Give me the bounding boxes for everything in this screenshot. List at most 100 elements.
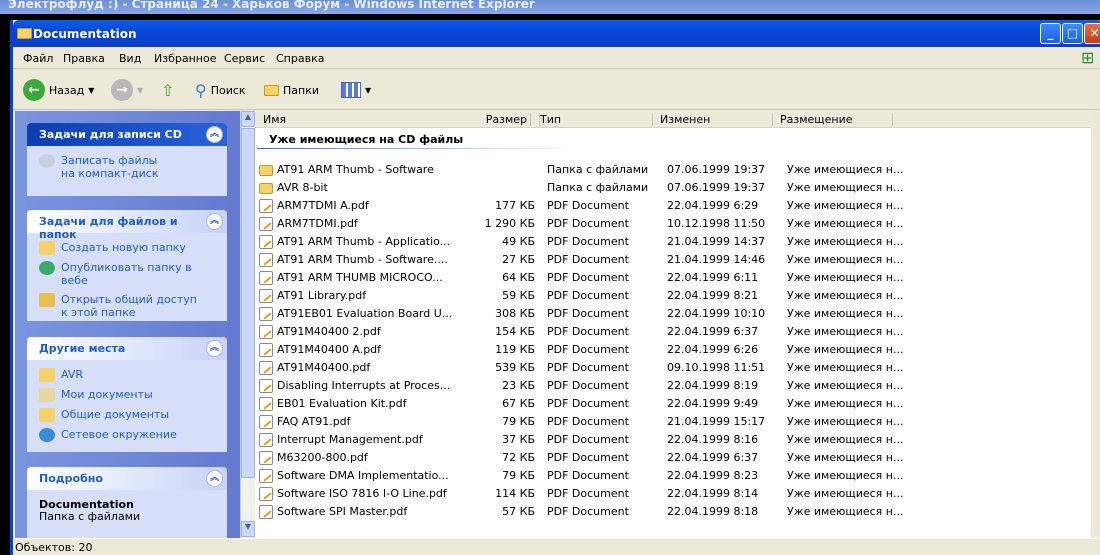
- file-row[interactable]: AT91 ARM Thumb - Applicatio... 49 КБ PDF D…: [259, 233, 903, 251]
- other-places-panel: Другие места ︽ AVR Мои документы Общие до…: [27, 337, 227, 452]
- scroll-up-button[interactable]: ▲: [241, 111, 255, 127]
- share-folder-link[interactable]: Открыть общий доступ к этой папке: [27, 289, 227, 321]
- column-type[interactable]: Тип: [536, 113, 653, 126]
- group-divider: [257, 148, 577, 149]
- place-avr[interactable]: AVR: [27, 360, 227, 384]
- dropdown-arrow-icon[interactable]: ▼: [137, 86, 143, 95]
- forward-button[interactable]: → ▼: [111, 78, 143, 102]
- collapse-icon[interactable]: ︽: [206, 213, 223, 230]
- file-size: 67 КБ: [502, 397, 535, 410]
- file-location: Уже имеющиеся н...: [787, 199, 904, 212]
- globe-icon: [39, 261, 55, 275]
- other-places-header[interactable]: Другие места ︽: [27, 337, 227, 360]
- dropdown-arrow-icon[interactable]: ▼: [88, 86, 94, 95]
- file-row[interactable]: EB01 Evaluation Kit.pdf 67 КБ PDF Document…: [259, 395, 903, 413]
- file-location: Уже имеющиеся н...: [787, 163, 904, 176]
- file-row[interactable]: AT91M40400.pdf 539 КБ PDF Document 09.10.19…: [259, 359, 903, 377]
- file-row[interactable]: AT91 ARM THUMB MICROCO... 64 КБ PDF Docume…: [259, 269, 903, 287]
- scroll-down-button[interactable]: ▼: [241, 521, 255, 537]
- file-name: AT91M40400 2.pdf: [277, 325, 381, 338]
- details-header[interactable]: Подробно ︽: [27, 467, 227, 490]
- menu-view[interactable]: Вид: [119, 52, 141, 65]
- explorer-window: Documentation _ □ ✕ Файл Правка Вид Избр…: [10, 20, 1100, 555]
- place-network[interactable]: Сетевое окружение: [27, 424, 227, 444]
- file-modified: 22.04.1999 6:29: [667, 199, 759, 212]
- pdf-file-icon: [259, 325, 273, 339]
- folders-button[interactable]: Папки: [264, 78, 319, 102]
- file-modified: 22.04.1999 8:14: [667, 487, 759, 500]
- folder-icon: [39, 368, 55, 382]
- file-type: PDF Document: [547, 217, 629, 230]
- burn-cd-link[interactable]: Записать файлы на компакт-диск: [27, 146, 227, 182]
- file-row[interactable]: AT91 Library.pdf 59 КБ PDF Document 22.04.1…: [259, 287, 903, 305]
- file-modified: 22.04.1999 10:10: [667, 307, 766, 320]
- file-row[interactable]: AT91M40400 2.pdf 154 КБ PDF Document 22.04.…: [259, 323, 903, 341]
- pdf-file-icon: [259, 343, 273, 357]
- publish-web-link[interactable]: Опубликовать папку в вебе: [27, 257, 227, 289]
- place-shared-documents[interactable]: Общие документы: [27, 404, 227, 424]
- file-row[interactable]: AT91 ARM Thumb - Software.... 27 КБ PDF Do…: [259, 251, 903, 269]
- file-row[interactable]: AVR 8-bit Папка с файлами 07.06.1999 19:37…: [259, 179, 903, 197]
- collapse-icon[interactable]: ︽: [206, 126, 223, 143]
- column-size[interactable]: Размер: [455, 113, 531, 126]
- file-size: 64 КБ: [502, 271, 535, 284]
- file-name: AT91 Library.pdf: [277, 289, 367, 302]
- panel-title: Подробно: [39, 472, 103, 485]
- search-button[interactable]: ⚲ Поиск: [195, 78, 246, 102]
- file-row[interactable]: AT91 ARM Thumb - Software Папка с файлами…: [259, 161, 903, 179]
- scroll-thumb[interactable]: [241, 128, 255, 478]
- column-modified[interactable]: Изменен: [656, 113, 773, 126]
- back-label: Назад: [49, 83, 85, 97]
- file-row[interactable]: Software ISO 7816 I-O Line.pdf 114 КБ PDF …: [259, 485, 903, 503]
- documents-icon: [39, 388, 55, 402]
- link-label: Общие документы: [61, 408, 170, 421]
- minimize-button[interactable]: _: [1040, 23, 1061, 44]
- views-button[interactable]: ▼: [341, 78, 371, 102]
- file-row[interactable]: Software SPI Master.pdf 57 КБ PDF Document…: [259, 503, 903, 521]
- back-button[interactable]: ← Назад ▼: [23, 78, 94, 102]
- cd-tasks-header[interactable]: Задачи для записи CD ︽: [27, 123, 227, 146]
- file-row[interactable]: M63200-800.pdf 72 КБ PDF Document 22.04.199…: [259, 449, 903, 467]
- close-button[interactable]: ✕: [1084, 23, 1100, 44]
- file-row[interactable]: FAQ AT91.pdf 79 КБ PDF Document 21.04.1999 …: [259, 413, 903, 431]
- menu-file[interactable]: Файл: [23, 52, 53, 65]
- menu-edit[interactable]: Правка: [63, 52, 105, 65]
- column-location[interactable]: Размещение: [776, 113, 893, 126]
- task-pane-scrollbar[interactable]: ▲ ▼: [240, 111, 255, 538]
- file-location: Уже имеющиеся н...: [787, 325, 904, 338]
- file-type: PDF Document: [547, 469, 629, 482]
- collapse-icon[interactable]: ︽: [206, 340, 223, 357]
- dropdown-arrow-icon: ▼: [365, 85, 372, 95]
- file-row[interactable]: AT91M40400 A.pdf 119 КБ PDF Document 22.04.…: [259, 341, 903, 359]
- file-type: PDF Document: [547, 505, 629, 518]
- up-folder-button[interactable]: ⇧: [161, 78, 174, 102]
- file-row[interactable]: ARM7TDMI.pdf 1 290 КБ PDF Document 10.12.19…: [259, 215, 903, 233]
- views-icon: [341, 82, 361, 98]
- file-size: 49 КБ: [502, 235, 535, 248]
- menu-help[interactable]: Справка: [276, 52, 324, 65]
- file-name: FAQ AT91.pdf: [277, 415, 351, 428]
- file-name: AT91M40400 A.pdf: [277, 343, 382, 356]
- file-name: AT91M40400.pdf: [277, 361, 371, 374]
- file-tasks-header[interactable]: Задачи для файлов и папок ︽: [27, 210, 227, 241]
- file-row[interactable]: Disabling Interrupts at Proces... 23 КБ PD…: [259, 377, 903, 395]
- file-row[interactable]: Interrupt Management.pdf 37 КБ PDF Documen…: [259, 431, 903, 449]
- menu-favorites[interactable]: Избранное: [154, 52, 216, 65]
- menu-tools[interactable]: Сервис: [224, 52, 265, 65]
- file-size: 1 290 КБ: [484, 217, 535, 230]
- window-title-bar[interactable]: Documentation _ □ ✕: [13, 20, 1100, 47]
- maximize-button[interactable]: □: [1062, 23, 1083, 44]
- place-my-documents[interactable]: Мои документы: [27, 384, 227, 404]
- file-size: 114 КБ: [495, 487, 535, 500]
- link-label: Создать новую папку: [61, 241, 186, 254]
- file-size: 177 КБ: [495, 199, 535, 212]
- file-location: Уже имеющиеся н...: [787, 469, 904, 482]
- file-row[interactable]: ARM7TDMI A.pdf 177 КБ PDF Document 22.04.19…: [259, 197, 903, 215]
- file-row[interactable]: AT91EB01 Evaluation Board U... 308 КБ PDF …: [259, 305, 903, 323]
- file-size: 539 КБ: [495, 361, 535, 374]
- file-row[interactable]: Software DMA Implementatio... 79 КБ PDF Do…: [259, 467, 903, 485]
- windows-logo-icon: ⊞: [1081, 48, 1095, 67]
- collapse-icon[interactable]: ︽: [206, 470, 223, 487]
- details-type: Папка с файлами: [39, 510, 141, 523]
- pdf-file-icon: [259, 397, 273, 411]
